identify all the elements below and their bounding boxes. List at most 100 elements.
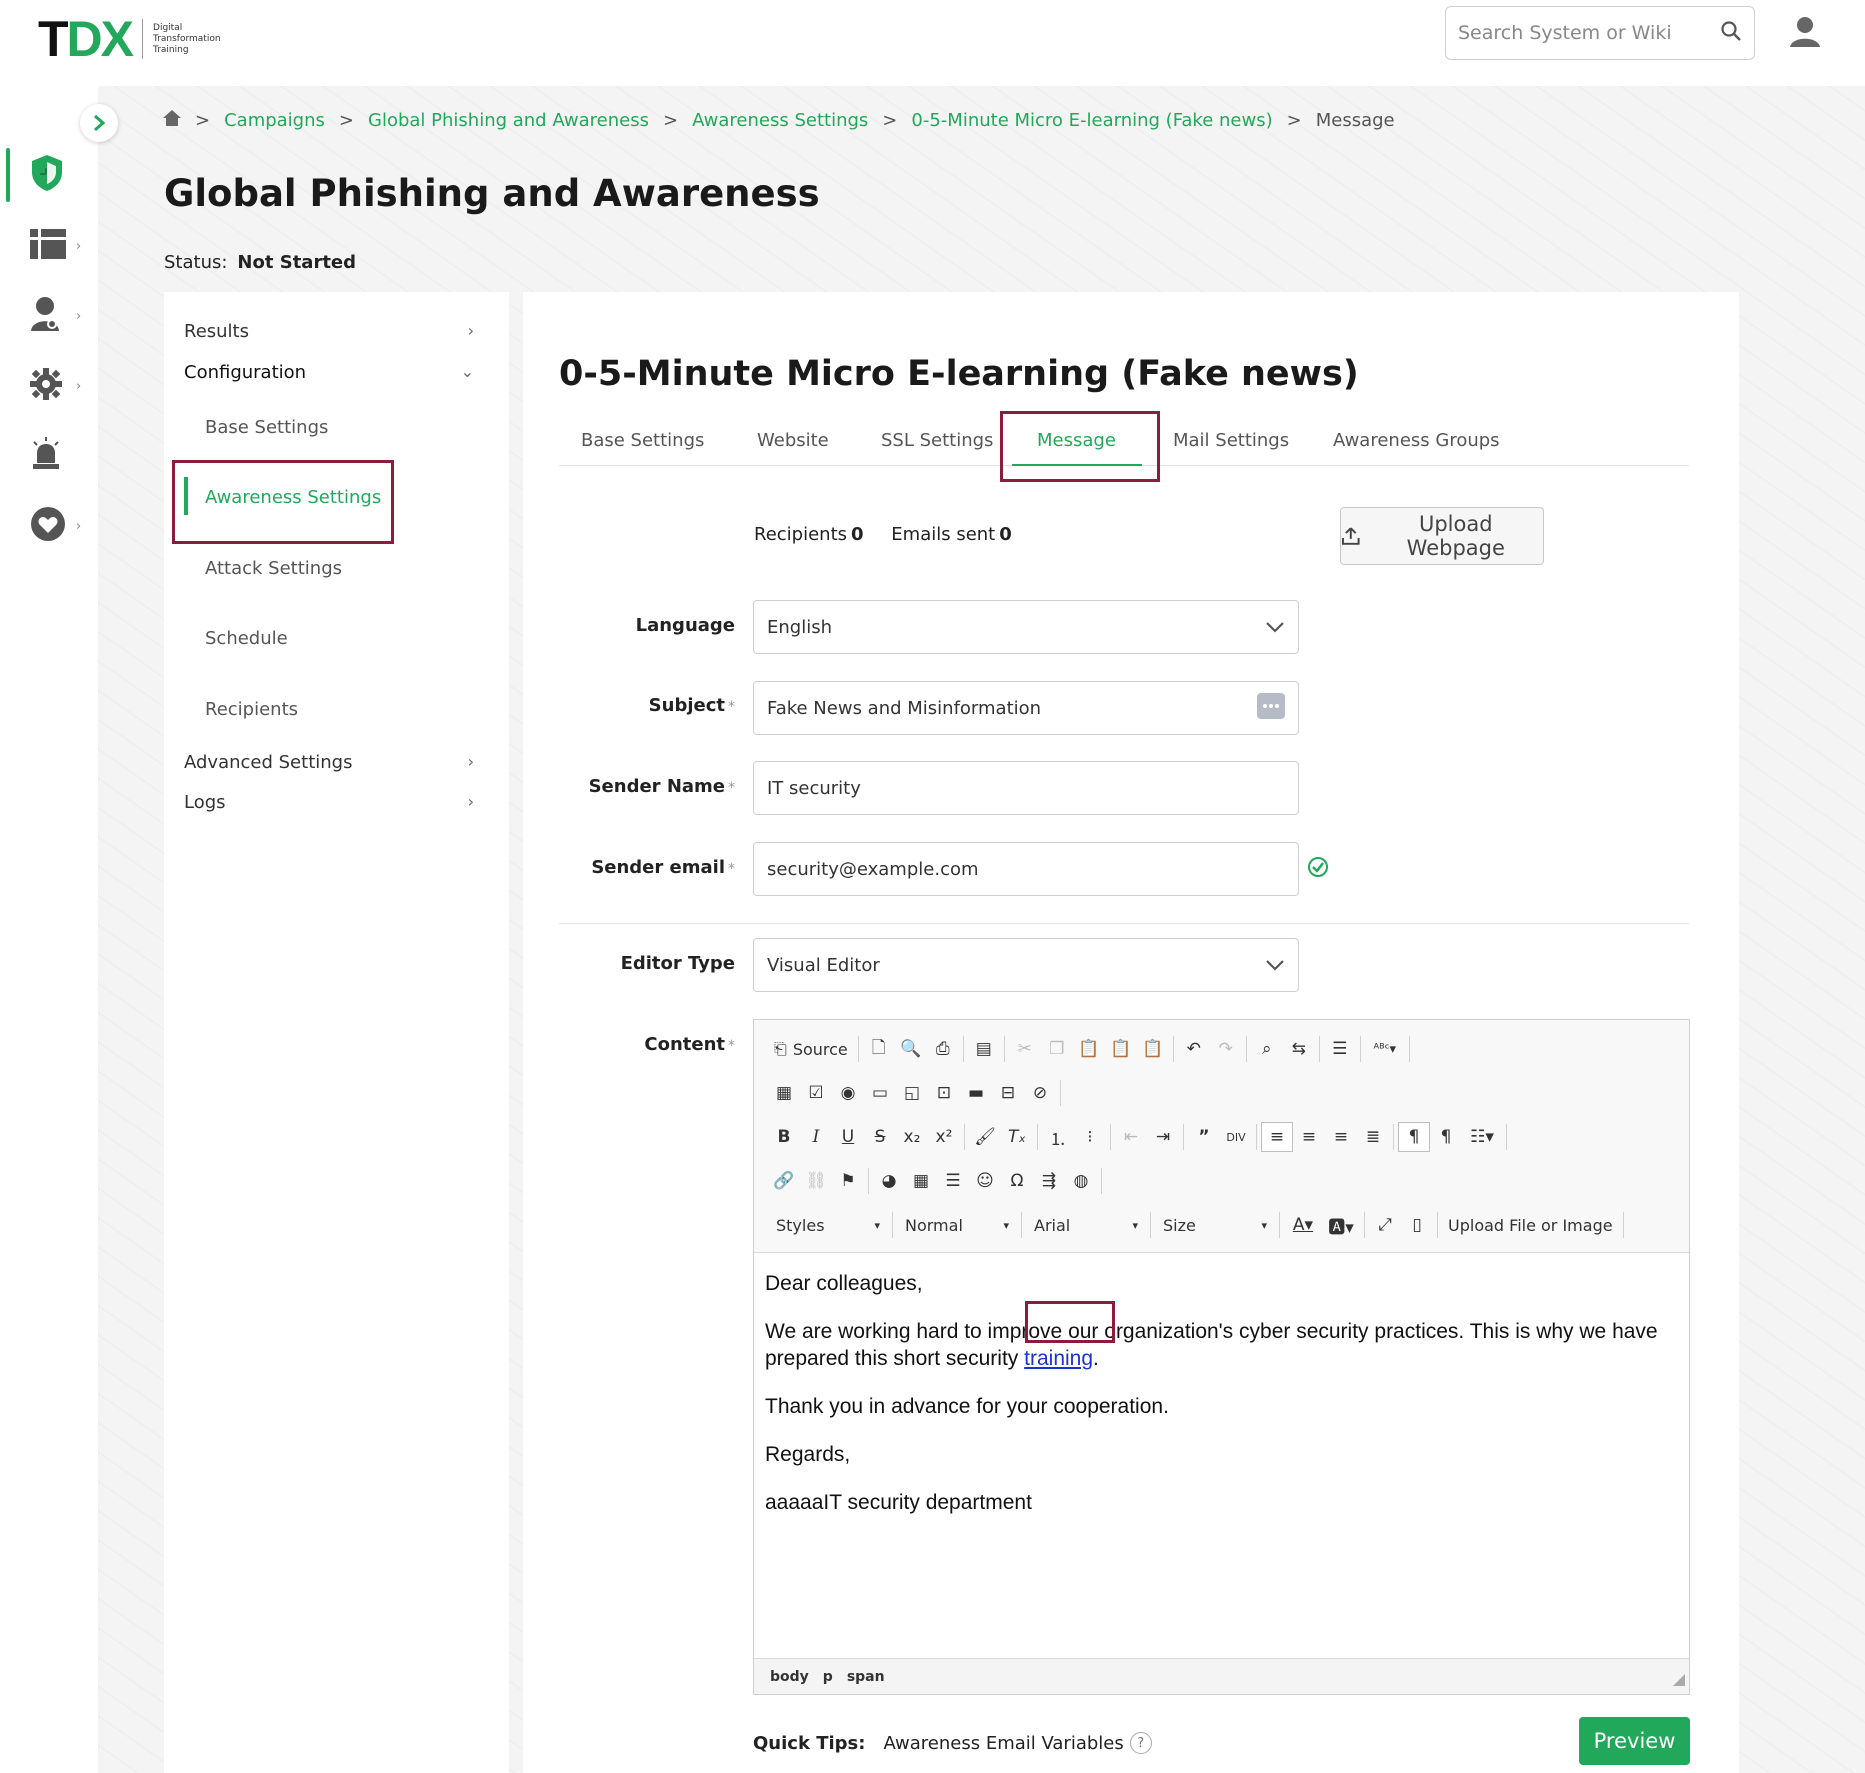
preview-button[interactable]: Preview xyxy=(1579,1717,1690,1765)
path-body[interactable]: body xyxy=(770,1669,809,1685)
copy-icon[interactable]: ❐ xyxy=(1041,1034,1073,1064)
show-blocks-icon[interactable]: ▯ xyxy=(1401,1210,1433,1240)
side-item-configuration[interactable]: Configuration ⌄ xyxy=(184,362,494,383)
find-icon[interactable]: ⌕ xyxy=(1251,1034,1283,1064)
preview-icon[interactable]: 🔍 xyxy=(895,1034,927,1064)
resize-grip-icon[interactable] xyxy=(1673,1674,1685,1690)
upload-file-button[interactable]: Upload File or Image xyxy=(1442,1216,1619,1235)
paste-icon[interactable]: 📋 xyxy=(1073,1034,1105,1064)
blockquote-icon[interactable]: ” xyxy=(1188,1122,1220,1152)
image-button-icon[interactable]: ⊟ xyxy=(992,1078,1024,1108)
side-sub-schedule[interactable]: Schedule xyxy=(205,628,288,649)
button-field-icon[interactable]: ▬ xyxy=(960,1078,992,1108)
div-container-icon[interactable]: DIV xyxy=(1220,1122,1252,1152)
horizontal-line-icon[interactable]: ☰ xyxy=(937,1166,969,1196)
sender-email-input[interactable] xyxy=(767,858,1285,880)
search-icon[interactable] xyxy=(1720,20,1742,46)
rail-item-favorites[interactable]: › xyxy=(0,499,98,553)
numbered-list-icon[interactable]: ⒈ xyxy=(1042,1122,1074,1152)
breadcrumb-campaign[interactable]: Global Phishing and Awareness xyxy=(368,110,649,131)
anchor-icon[interactable]: ⚑ xyxy=(832,1166,864,1196)
side-item-results[interactable]: Results › xyxy=(184,321,494,342)
editor-type-select[interactable]: Visual Editor xyxy=(753,938,1299,992)
side-sub-recipients[interactable]: Recipients xyxy=(205,699,298,720)
rail-item-campaigns[interactable] xyxy=(0,148,98,202)
flash-icon[interactable]: ◕ xyxy=(873,1166,905,1196)
sender-name-input[interactable] xyxy=(767,777,1285,799)
search-box[interactable] xyxy=(1445,6,1755,60)
rail-item-dashboard[interactable]: › xyxy=(0,219,98,273)
smiley-icon[interactable]: ☺ xyxy=(969,1166,1001,1196)
subject-input[interactable] xyxy=(767,697,1257,719)
link-icon[interactable]: 🔗 xyxy=(768,1166,800,1196)
tab-mail-settings[interactable]: Mail Settings xyxy=(1173,430,1289,451)
language-select[interactable]: English xyxy=(753,600,1299,654)
side-item-logs[interactable]: Logs › xyxy=(184,792,494,813)
rail-item-users[interactable]: › xyxy=(0,289,98,343)
tab-base-settings[interactable]: Base Settings xyxy=(581,430,704,451)
text-direction-ltr-icon[interactable]: ¶ xyxy=(1398,1122,1430,1152)
underline-icon[interactable]: U xyxy=(832,1122,864,1152)
print-icon[interactable]: ⎙ xyxy=(927,1034,959,1064)
strikethrough-icon[interactable]: S xyxy=(864,1122,896,1152)
logo[interactable]: TDX Digital Transformation Training xyxy=(38,10,221,68)
format-dropdown[interactable]: Normal ▾ xyxy=(897,1216,1017,1235)
paste-text-icon[interactable]: 📋 xyxy=(1105,1034,1137,1064)
replace-icon[interactable]: ⇆ xyxy=(1283,1034,1315,1064)
rail-item-settings[interactable]: › xyxy=(0,359,98,413)
textarea-icon[interactable]: ◱ xyxy=(896,1078,928,1108)
sender-email-field[interactable] xyxy=(753,842,1299,896)
copy-format-icon[interactable]: 🖌 xyxy=(969,1122,1001,1152)
tab-awareness-groups[interactable]: Awareness Groups xyxy=(1333,430,1500,451)
italic-icon[interactable]: I xyxy=(800,1122,832,1152)
path-p[interactable]: p xyxy=(823,1669,833,1685)
text-color-icon[interactable]: A▾ xyxy=(1284,1210,1322,1240)
new-page-icon[interactable]: 🗋 xyxy=(863,1034,895,1064)
iframe-icon[interactable]: ◍ xyxy=(1065,1166,1097,1196)
font-dropdown[interactable]: Arial ▾ xyxy=(1026,1216,1146,1235)
size-dropdown[interactable]: Size ▾ xyxy=(1155,1216,1275,1235)
align-left-icon[interactable]: ≡ xyxy=(1261,1122,1293,1152)
side-item-advanced-settings[interactable]: Advanced Settings › xyxy=(184,752,494,773)
breadcrumb-campaigns[interactable]: Campaigns xyxy=(224,110,325,131)
more-options-icon[interactable] xyxy=(1257,692,1285,724)
training-link[interactable]: training xyxy=(1024,1347,1093,1370)
hidden-field-icon[interactable]: ⊘ xyxy=(1024,1078,1056,1108)
side-sub-base-settings[interactable]: Base Settings xyxy=(205,417,328,438)
subscript-icon[interactable]: x₂ xyxy=(896,1122,928,1152)
textfield-icon[interactable]: ▭ xyxy=(864,1078,896,1108)
text-direction-rtl-icon[interactable]: ¶ xyxy=(1430,1122,1462,1152)
breadcrumb-elearning[interactable]: 0-5-Minute Micro E-learning (Fake news) xyxy=(911,110,1272,131)
cut-icon[interactable]: ✂ xyxy=(1009,1034,1041,1064)
page-break-icon[interactable]: ⇶ xyxy=(1033,1166,1065,1196)
form-icon[interactable]: ▦ xyxy=(768,1078,800,1108)
remove-format-icon[interactable]: Tₓ xyxy=(1001,1122,1033,1152)
sidebar-expand-button[interactable] xyxy=(80,104,118,142)
sender-name-field[interactable] xyxy=(753,761,1299,815)
breadcrumb-awareness-settings[interactable]: Awareness Settings xyxy=(692,110,868,131)
tab-website[interactable]: Website xyxy=(757,430,829,451)
bold-icon[interactable]: B xyxy=(768,1122,800,1152)
radio-icon[interactable]: ◉ xyxy=(832,1078,864,1108)
align-right-icon[interactable]: ≡ xyxy=(1325,1122,1357,1152)
editor-content[interactable]: Dear colleagues, We are working hard to … xyxy=(765,1270,1675,1537)
outdent-icon[interactable]: ⇤ xyxy=(1115,1122,1147,1152)
unlink-icon[interactable]: ⛓ xyxy=(800,1166,832,1196)
search-input[interactable] xyxy=(1458,22,1708,44)
user-avatar-icon[interactable] xyxy=(1790,16,1820,52)
checkbox-icon[interactable]: ☑ xyxy=(800,1078,832,1108)
select-field-icon[interactable]: ⊡ xyxy=(928,1078,960,1108)
language-icon[interactable]: ☷▾ xyxy=(1462,1122,1502,1152)
table-icon[interactable]: ▦ xyxy=(905,1166,937,1196)
styles-dropdown[interactable]: Styles ▾ xyxy=(768,1216,888,1235)
templates-icon[interactable]: ▤ xyxy=(968,1034,1000,1064)
special-char-icon[interactable]: Ω xyxy=(1001,1166,1033,1196)
rail-item-alerts[interactable] xyxy=(0,429,98,483)
bulleted-list-icon[interactable]: ⁝ xyxy=(1074,1122,1106,1152)
awareness-variables-link[interactable]: Awareness Email Variables xyxy=(883,1733,1123,1754)
upload-webpage-button[interactable]: Upload Webpage xyxy=(1340,507,1544,565)
paste-word-icon[interactable]: 📋 xyxy=(1137,1034,1169,1064)
subject-field[interactable] xyxy=(753,681,1299,735)
help-icon[interactable]: ? xyxy=(1129,1732,1152,1754)
path-span[interactable]: span xyxy=(847,1669,885,1685)
